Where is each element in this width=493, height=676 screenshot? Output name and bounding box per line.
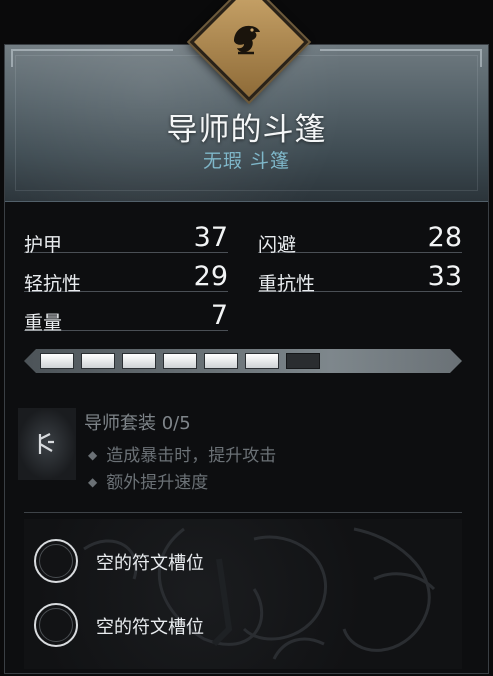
stat-row-evasion: 闪避 28: [258, 222, 462, 256]
stat-label: 闪避: [258, 234, 297, 256]
stat-value: 7: [210, 300, 228, 331]
rune-slot-label: 空的符文槽位: [96, 617, 204, 638]
upgrade-segment-filled: [163, 353, 197, 369]
rune-slot-1[interactable]: [34, 539, 78, 583]
upgrade-segment-filled: [40, 353, 74, 369]
header-frame-left: [11, 49, 173, 67]
stat-value: 29: [193, 261, 228, 292]
stat-row-armor: 护甲 37: [24, 222, 228, 256]
ornament-background: [83, 527, 436, 660]
upgrade-segment-empty: [286, 353, 320, 369]
rune-slot-2[interactable]: [34, 603, 78, 647]
set-bonus-item: ◆ 额外提升速度: [88, 468, 208, 493]
stat-row-weight: 重量 7: [24, 300, 228, 334]
upgrade-segment-filled: [122, 353, 156, 369]
set-bonus-text: 造成暴击时，提升攻击: [106, 446, 277, 466]
set-bonus-text: 额外提升速度: [106, 473, 209, 493]
rune-slots-area: [24, 519, 462, 669]
set-bonus-item: ◆ 造成暴击时，提升攻击: [88, 441, 276, 466]
stat-label: 轻抗性: [24, 273, 82, 295]
stat-value: 33: [427, 261, 462, 292]
stat-row-light-resistance: 轻抗性 29: [24, 261, 228, 295]
upgrade-segment-filled: [245, 353, 279, 369]
diamond-bullet-icon: ◆: [88, 475, 98, 489]
raven-emblem-icon: [222, 15, 270, 63]
rune-set-icon: [18, 408, 76, 480]
upgrade-segment-filled: [81, 353, 115, 369]
stat-value: 37: [193, 222, 228, 253]
stat-value: 28: [427, 222, 462, 253]
set-title: 导师套装 0/5: [84, 413, 191, 434]
item-quality-type: 无瑕 斗篷: [202, 150, 291, 172]
upgrade-segment-filled: [204, 353, 238, 369]
diamond-bullet-icon: ◆: [88, 448, 98, 462]
stat-label: 重量: [24, 312, 63, 334]
section-divider: [24, 512, 462, 513]
stat-label: 护甲: [24, 234, 63, 256]
stat-row-heavy-resistance: 重抗性 33: [258, 261, 462, 295]
header-frame-right: [320, 49, 482, 67]
stat-label: 重抗性: [258, 273, 316, 295]
item-title: 导师的斗篷: [166, 112, 327, 148]
upgrade-level-bar: [24, 349, 462, 373]
rune-slot-label: 空的符文槽位: [96, 553, 204, 574]
